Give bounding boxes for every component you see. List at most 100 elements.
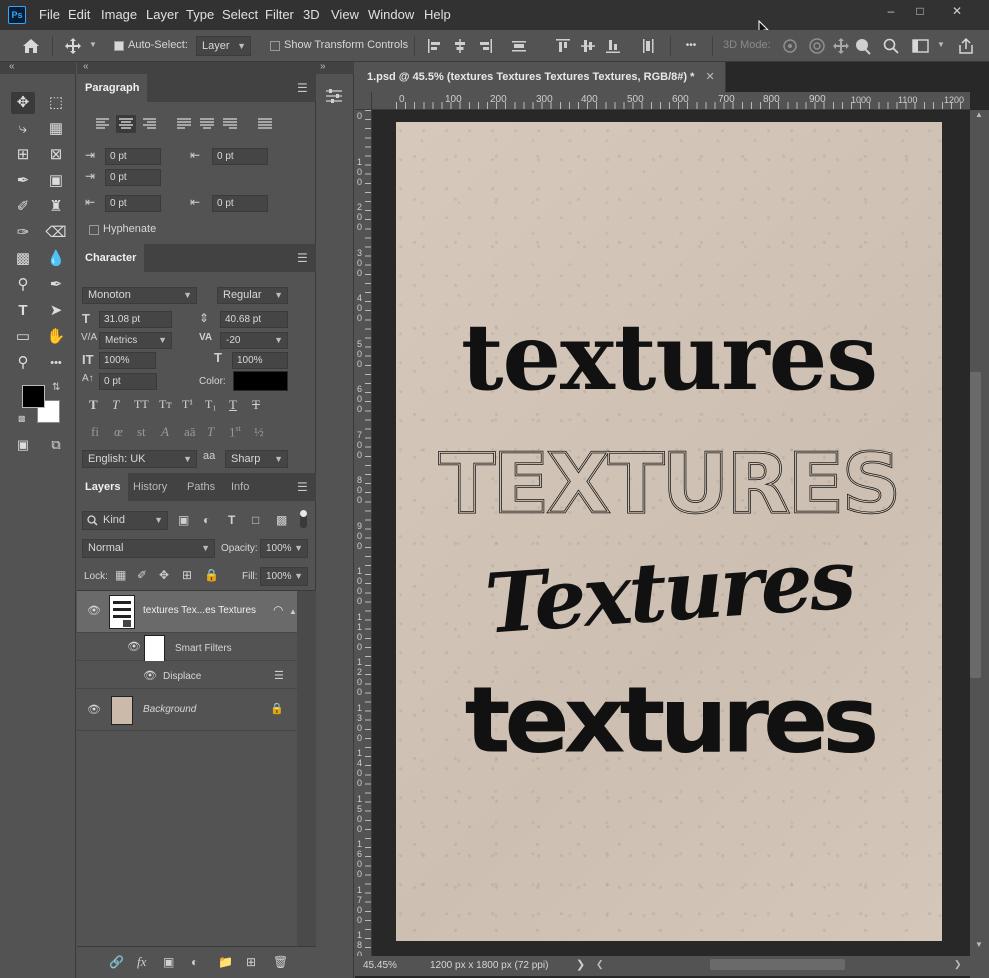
space-before-input[interactable]: 0 pt xyxy=(105,195,161,212)
layer-name[interactable]: textures Tex...es Textures xyxy=(143,605,256,616)
frame-tool-icon[interactable]: ⊠ xyxy=(44,144,68,166)
search-icon[interactable] xyxy=(883,38,899,54)
opacity-input[interactable]: 100% ▼ xyxy=(260,539,308,558)
filter-type-icon[interactable]: T xyxy=(228,513,235,527)
spot-healing-tool-icon[interactable]: ▣ xyxy=(44,170,68,192)
new-layer-icon[interactable]: ⊞ xyxy=(246,955,256,969)
3d-roll-icon[interactable] xyxy=(808,37,826,55)
status-menu-icon[interactable]: ❯ xyxy=(576,958,585,971)
scroll-right-icon[interactable]: ❯ xyxy=(954,959,962,970)
layer-name[interactable]: Background xyxy=(143,704,196,715)
history-brush-tool-icon[interactable]: ✑ xyxy=(11,222,35,244)
text-color-swatch[interactable] xyxy=(233,371,288,391)
scroll-down-icon[interactable]: ▼ xyxy=(975,940,983,949)
leading-input[interactable]: 40.68 pt xyxy=(220,311,288,328)
default-colors-icon[interactable]: ▩ xyxy=(18,414,26,423)
tab-info[interactable]: Info xyxy=(223,473,257,501)
share-icon[interactable] xyxy=(957,37,975,55)
font-family-dropdown[interactable]: Monoton ▼ xyxy=(82,287,197,304)
path-selection-tool-icon[interactable]: ➤ xyxy=(44,300,68,322)
menu-select[interactable]: Select xyxy=(222,7,258,22)
vertical-ruler[interactable]: 0 100 200 300 400 500 600 700 800 900 1000 1100 1200… xyxy=(355,110,372,956)
align-vertical-center-icon[interactable] xyxy=(580,38,596,54)
align-horizontal-center-icon[interactable] xyxy=(452,38,468,54)
swash-icon[interactable]: A xyxy=(161,424,169,440)
discretionary-ligatures-icon[interactable]: st xyxy=(137,424,146,440)
lock-all-icon[interactable]: 🔒 xyxy=(204,568,219,582)
fractions-icon[interactable]: ½ xyxy=(254,424,264,440)
collapse-icon[interactable]: « xyxy=(83,61,89,72)
dodge-tool-icon[interactable]: ⚲ xyxy=(11,274,35,296)
panel-menu-icon[interactable]: ☰ xyxy=(297,251,308,265)
brush-tool-icon[interactable]: ✐ xyxy=(11,196,35,218)
type-tool-icon[interactable]: T xyxy=(11,300,35,322)
fill-input[interactable]: 100% ▼ xyxy=(260,567,308,586)
menu-file[interactable]: File xyxy=(39,7,60,22)
3d-slide-icon[interactable] xyxy=(854,37,872,55)
tab-paragraph[interactable]: Paragraph xyxy=(77,74,148,102)
move-tool-icon[interactable] xyxy=(64,37,82,55)
scrollbar-thumb[interactable] xyxy=(710,959,845,970)
fx-icon[interactable]: fx xyxy=(137,954,146,970)
layer-row[interactable]: 👁 textures Tex...es Textures ◠ xyxy=(77,591,297,633)
chevron-down-icon[interactable]: ▼ xyxy=(89,40,97,49)
horizontal-ruler[interactable]: 0 100 200 300 400 500 600 700 800 900 10… xyxy=(372,92,970,110)
lock-transparent-icon[interactable]: ▦ xyxy=(115,568,126,582)
chevron-down-icon[interactable]: ▼ xyxy=(937,40,945,49)
filter-shape-icon[interactable]: □ xyxy=(252,513,259,527)
minimize-icon[interactable]: – xyxy=(881,4,901,20)
font-size-input[interactable]: 31.08 pt xyxy=(99,311,172,328)
justify-all-icon[interactable] xyxy=(257,117,273,131)
font-style-dropdown[interactable]: Regular ▼ xyxy=(217,287,288,304)
3d-orbit-icon[interactable] xyxy=(781,37,801,55)
indent-first-line-input[interactable]: 0 pt xyxy=(105,169,161,186)
filter-adjustment-icon[interactable]: ◐ xyxy=(203,513,210,527)
lock-artboard-icon[interactable]: ⊞ xyxy=(182,568,192,582)
ligatures-icon[interactable]: fi xyxy=(91,424,99,440)
all-caps-icon[interactable]: TT xyxy=(134,397,149,412)
move-tool-icon[interactable]: ✥ xyxy=(11,92,35,114)
properties-panel-icon[interactable] xyxy=(325,88,343,104)
collapse-icon[interactable]: « xyxy=(9,61,15,72)
old-style-icon[interactable]: œ xyxy=(114,424,123,440)
3d-pan-icon[interactable] xyxy=(832,37,850,55)
lock-image-icon[interactable]: ✐ xyxy=(137,568,147,582)
indent-right-input[interactable]: 0 pt xyxy=(212,148,268,165)
blend-mode-dropdown[interactable]: Normal ▼ xyxy=(82,539,215,558)
filter-row[interactable]: 👁 Displace ☰ xyxy=(77,661,297,689)
justify-left-icon[interactable] xyxy=(176,117,192,131)
maximize-icon[interactable]: □ xyxy=(910,4,930,20)
align-top-icon[interactable] xyxy=(555,38,571,54)
menu-layer[interactable]: Layer xyxy=(146,7,179,22)
filter-pixel-icon[interactable]: ▣ xyxy=(178,513,189,527)
visibility-eye-icon[interactable]: 👁 xyxy=(127,640,141,653)
align-left-text-icon[interactable] xyxy=(95,117,111,131)
space-after-input[interactable]: 0 pt xyxy=(212,195,268,212)
faux-italic-icon[interactable]: T xyxy=(112,397,119,413)
hyphenate-checkbox[interactable] xyxy=(89,225,99,235)
collapse-effects-icon[interactable]: ▲ xyxy=(289,607,297,616)
menu-type[interactable]: Type xyxy=(186,7,214,22)
superscript-icon[interactable]: T¹ xyxy=(182,397,193,412)
horizontal-scale-input[interactable]: 100% xyxy=(232,352,288,369)
layers-scrollbar[interactable] xyxy=(297,591,316,946)
language-dropdown[interactable]: English: UK ▼ xyxy=(82,450,197,468)
auto-select-target-dropdown[interactable]: Layer ▼ xyxy=(196,36,251,56)
document-canvas[interactable]: textures TEXTURES TEXTURES Textures text… xyxy=(396,122,942,941)
kerning-dropdown[interactable]: Metrics ▼ xyxy=(99,332,172,349)
workspace-icon[interactable] xyxy=(912,38,930,54)
panel-menu-icon[interactable]: ☰ xyxy=(297,81,308,95)
align-left-icon[interactable] xyxy=(427,38,443,54)
menu-3d[interactable]: 3D xyxy=(303,7,320,22)
distribute-vertical-icon[interactable] xyxy=(511,38,527,54)
scroll-up-icon[interactable]: ▲ xyxy=(975,110,983,119)
filter-toggle[interactable] xyxy=(300,510,307,528)
filter-options-icon[interactable]: ☰ xyxy=(274,669,284,682)
swap-colors-icon[interactable]: ⇅ xyxy=(52,382,60,393)
align-right-text-icon[interactable] xyxy=(141,117,157,131)
document-tab[interactable]: 1.psd @ 45.5% (textures Textures Texture… xyxy=(355,62,726,92)
marquee-tool-icon[interactable]: ⬚ xyxy=(44,92,68,114)
object-selection-tool-icon[interactable]: ▦ xyxy=(44,118,68,140)
eraser-tool-icon[interactable]: ⌫ xyxy=(44,222,68,244)
zoom-level[interactable]: 45.45% xyxy=(363,960,397,971)
